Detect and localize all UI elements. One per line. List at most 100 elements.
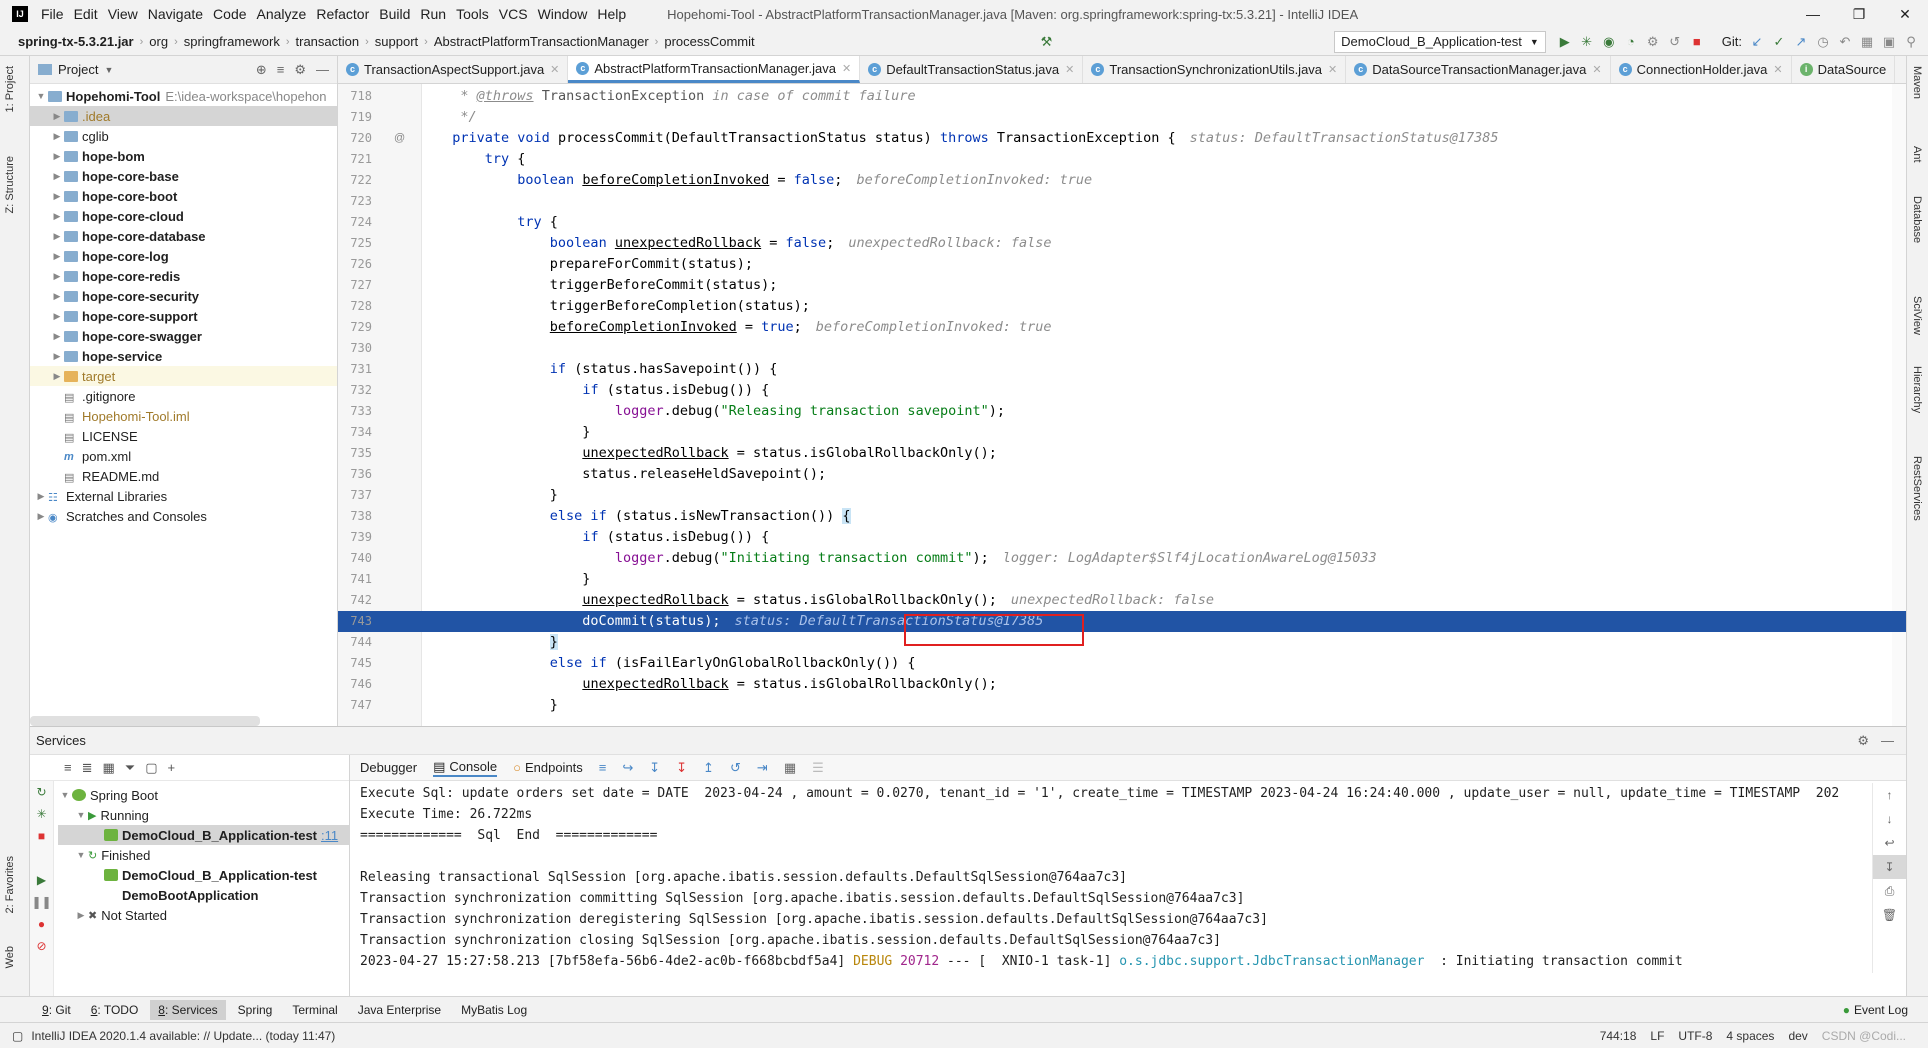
tree-item-license[interactable]: ▤ LICENSE [30, 426, 337, 446]
structure-tool-tab[interactable]: Z: Structure [4, 156, 16, 213]
svc-not-started[interactable]: ▶ ✖ Not Started [58, 905, 350, 925]
hide-icon[interactable]: — [316, 62, 329, 78]
breadcrumb-transaction[interactable]: transaction [292, 34, 364, 49]
gear-icon[interactable]: ⚙ [294, 62, 306, 78]
filter-icon[interactable]: ⏷ [125, 760, 135, 776]
collapse-all-icon[interactable]: ≡ [277, 62, 285, 78]
tab-git[interactable]: 9: Git [34, 1000, 79, 1020]
tab-console[interactable]: ▤ Console [433, 759, 498, 777]
svc-spring-boot[interactable]: ▼ Spring Boot [58, 785, 350, 805]
new-tab-icon[interactable]: ▢ [145, 760, 157, 776]
favorites-tool-tab[interactable]: 2: Favorites [4, 856, 16, 913]
debug-icon[interactable]: ✳ [1576, 31, 1598, 53]
tab-spring[interactable]: Spring [230, 1000, 281, 1020]
tree-root[interactable]: ▼ Hopehomi-Tool E:\idea-workspace\hopeho… [30, 86, 337, 106]
stop-icon[interactable]: ■ [1686, 31, 1708, 53]
tree-item-hope-core-cloud[interactable]: ▶ hope-core-cloud [30, 206, 337, 226]
cursor-position[interactable]: 744:18 [1600, 1029, 1637, 1043]
tab-data-source[interactable]: i DataSource [1792, 56, 1896, 83]
indent-setting[interactable]: 4 spaces [1726, 1029, 1774, 1043]
console-output[interactable]: Execute Sql: update orders set date = DA… [350, 783, 1870, 973]
status-message[interactable]: IntelliJ IDEA 2020.1.4 available: // Upd… [31, 1029, 335, 1043]
tree-item-external-libraries[interactable]: ▶ ☷ External Libraries [30, 486, 337, 506]
git-push-icon[interactable]: ↗ [1790, 31, 1812, 53]
arrow-up-icon[interactable]: ↑ [1873, 783, 1906, 807]
tab-data-source-transaction-manager[interactable]: c DataSourceTransactionManager.java ✕ [1346, 56, 1611, 83]
horizontal-scrollbar[interactable] [30, 716, 260, 726]
search-icon[interactable]: ⚲ [1900, 31, 1922, 53]
minimize-icon[interactable]: — [1790, 6, 1836, 22]
hide-icon[interactable]: — [1881, 733, 1894, 749]
tab-endpoints[interactable]: ○ Endpoints [513, 760, 583, 775]
gear-icon[interactable]: ⚙ [1857, 733, 1869, 749]
menu-help[interactable]: Help [592, 6, 631, 22]
breadcrumb-jar[interactable]: spring-tx-5.3.21.jar [0, 34, 138, 49]
breadcrumb-springframework[interactable]: springframework [180, 34, 284, 49]
tab-java-enterprise[interactable]: Java Enterprise [350, 1000, 449, 1020]
project-panel-title[interactable]: Project [58, 62, 98, 77]
svc-port-link[interactable]: :11 [321, 828, 338, 843]
breadcrumb-class[interactable]: AbstractPlatformTransactionManager [430, 34, 653, 49]
tree-item-hope-core-log[interactable]: ▶ hope-core-log [30, 246, 337, 266]
restore-icon[interactable]: ❐ [1836, 6, 1882, 23]
tree-item-cglib[interactable]: ▶ cglib [30, 126, 337, 146]
status-layout-icon[interactable]: ▢ [12, 1029, 23, 1043]
menu-tools[interactable]: Tools [451, 6, 494, 22]
restservices-tool-tab[interactable]: RestServices [1911, 456, 1923, 521]
add-icon[interactable]: + [168, 760, 176, 775]
ant-tool-tab[interactable]: Ant [1911, 146, 1923, 163]
run-icon[interactable]: ▶ [1554, 31, 1576, 53]
close-tab-icon[interactable]: ✕ [1065, 63, 1074, 76]
tab-services[interactable]: 8: Services [150, 999, 226, 1020]
close-tab-icon[interactable]: ✕ [842, 62, 851, 75]
event-log-button[interactable]: ● Event Log [1843, 1003, 1928, 1017]
soft-wrap-icon[interactable]: ↩ [1873, 831, 1906, 855]
expand-all-icon[interactable]: ≡ [64, 760, 72, 775]
tab-mybatis-log[interactable]: MyBatis Log [453, 1000, 535, 1020]
menu-code[interactable]: Code [208, 6, 251, 22]
show-execution-point-icon[interactable]: ↪ [622, 760, 633, 776]
mute-breakpoints-icon[interactable]: ⊘ [30, 935, 53, 957]
trace-icon[interactable]: ☰ [812, 760, 824, 776]
tree-item-gitignore[interactable]: ▤ .gitignore [30, 386, 337, 406]
group-icon[interactable]: ▦ [103, 760, 115, 776]
web-tool-tab[interactable]: Web [4, 946, 16, 968]
collapse-all-icon[interactable]: ≣ [82, 760, 93, 776]
rollback-icon[interactable]: ↶ [1834, 31, 1856, 53]
build-hammer-icon[interactable]: ⚒ [1035, 31, 1057, 53]
layout-icon[interactable]: ▣ [1878, 31, 1900, 53]
chevron-down-icon[interactable]: ▼ [104, 65, 113, 75]
tab-terminal[interactable]: Terminal [284, 1000, 345, 1020]
tree-item-hope-core-support[interactable]: ▶ hope-core-support [30, 306, 337, 326]
close-tab-icon[interactable]: ✕ [1773, 63, 1782, 76]
step-out-icon[interactable]: ↥ [703, 760, 714, 776]
tab-debugger[interactable]: Debugger [360, 760, 417, 775]
tab-todo[interactable]: 6: TODO [83, 1000, 147, 1020]
scroll-to-end-icon[interactable]: ↧ [1873, 855, 1906, 879]
tab-abstract-platform-transaction-manager[interactable]: c AbstractPlatformTransactionManager.jav… [568, 56, 861, 83]
tree-item-hope-bom[interactable]: ▶ hope-bom [30, 146, 337, 166]
tab-connection-holder[interactable]: c ConnectionHolder.java ✕ [1611, 56, 1792, 83]
code-editor[interactable]: 718 * @throws TransactionException in ca… [338, 84, 1906, 726]
tab-default-transaction-status[interactable]: c DefaultTransactionStatus.java ✕ [860, 56, 1084, 83]
menu-analyze[interactable]: Analyze [252, 6, 312, 22]
tree-item-hope-core-boot[interactable]: ▶ hope-core-boot [30, 186, 337, 206]
profile-icon[interactable]: ◔ [1620, 31, 1642, 53]
hierarchy-tool-tab[interactable]: Hierarchy [1911, 366, 1923, 413]
tree-item-hope-core-security[interactable]: ▶ hope-core-security [30, 286, 337, 306]
close-tab-icon[interactable]: ✕ [550, 63, 559, 76]
breadcrumb-support[interactable]: support [371, 34, 422, 49]
run-configuration-select[interactable]: DemoCloud_B_Application-test ▼ [1334, 30, 1546, 53]
run-to-cursor-icon[interactable]: ⇥ [757, 760, 768, 776]
breadcrumb-org[interactable]: org [145, 34, 172, 49]
database-tool-tab[interactable]: Database [1911, 196, 1923, 243]
menu-edit[interactable]: Edit [69, 6, 103, 22]
tree-item-target[interactable]: ▶ target [30, 366, 337, 386]
tree-item-hope-core-swagger[interactable]: ▶ hope-core-swagger [30, 326, 337, 346]
layout-icon[interactable]: ≡ [599, 760, 607, 775]
tree-item-idea[interactable]: ▶ .idea [30, 106, 337, 126]
menu-window[interactable]: Window [533, 6, 593, 22]
svc-running-app[interactable]: DemoCloud_B_Application-test :11 [58, 825, 350, 845]
force-step-into-icon[interactable]: ↧ [676, 760, 687, 776]
menu-vcs[interactable]: VCS [494, 6, 533, 22]
